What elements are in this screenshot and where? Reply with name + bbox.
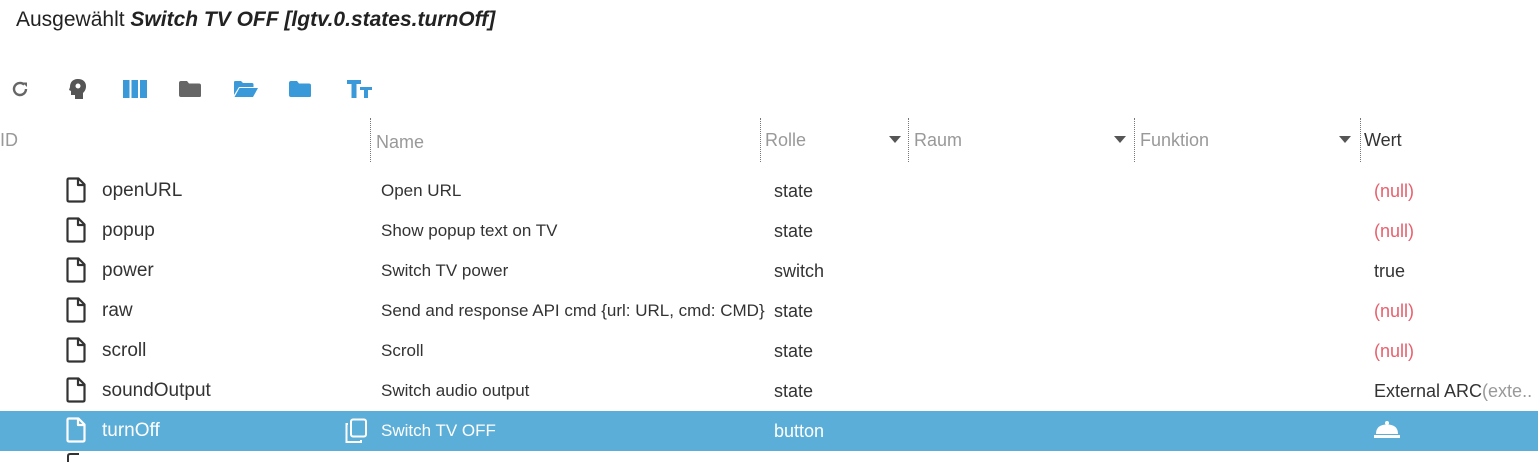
object-name: Switch audio output <box>381 381 530 400</box>
column-header-id[interactable]: ID <box>0 118 370 162</box>
object-id: scroll <box>102 340 147 361</box>
refresh-icon <box>12 81 28 97</box>
file-icon <box>66 217 88 243</box>
value-text: (null) <box>1374 301 1415 321</box>
table-row[interactable]: openURL Open URL state (null) <box>0 171 1538 211</box>
refresh-button[interactable] <box>5 74 35 104</box>
file-icon <box>66 177 88 203</box>
folder-open-icon <box>234 81 258 97</box>
text-size-icon <box>347 80 372 98</box>
expand-one-level-button[interactable] <box>285 74 315 104</box>
object-value: (null) <box>1374 331 1538 371</box>
folder-icon <box>179 81 201 97</box>
object-id: turnOff <box>102 420 160 441</box>
column-header-value[interactable]: Wert <box>1360 118 1538 162</box>
column-header-name[interactable]: Name <box>370 118 760 162</box>
table-row[interactable]: scroll Scroll state (null) <box>0 331 1538 371</box>
title-prefix: Ausgewählt <box>16 8 125 31</box>
column-label-function: Funktion <box>1140 130 1210 150</box>
page-title: Ausgewählt Switch TV OFF [lgtv.0.states.… <box>16 8 495 32</box>
object-name: Show popup text on TV <box>381 221 558 240</box>
column-header-room[interactable]: Raum <box>908 118 1134 162</box>
object-role: state <box>774 341 814 361</box>
column-header-function[interactable]: Funktion <box>1134 118 1360 162</box>
toolbar <box>0 74 420 106</box>
folder-filled-icon <box>289 81 311 97</box>
expand-all-button[interactable] <box>231 74 261 104</box>
file-icon <box>66 417 88 443</box>
value-hint: (exte.. <box>1482 381 1533 401</box>
object-role: state <box>774 301 814 321</box>
file-icon <box>66 377 88 403</box>
object-id: soundOutput <box>102 380 211 401</box>
object-role: state <box>774 221 814 241</box>
file-icon <box>67 453 79 462</box>
table-row[interactable]: raw Send and response API cmd {url: URL, … <box>0 291 1538 331</box>
object-table-body: openURL Open URL state (null) popup Show popu… <box>0 171 1538 451</box>
table-row[interactable]: popup Show popup text on TV state (null) <box>0 211 1538 251</box>
object-id: power <box>102 260 154 281</box>
columns-button[interactable] <box>120 74 150 104</box>
value-text: (null) <box>1374 341 1415 361</box>
object-id: popup <box>102 220 155 241</box>
selected-object-title: Switch TV OFF [lgtv.0.states.turnOff] <box>130 8 496 31</box>
object-value: (null) <box>1374 171 1538 211</box>
value-text: true <box>1374 261 1406 281</box>
column-label-name: Name <box>376 132 425 152</box>
role-filter-dropdown-icon[interactable] <box>889 136 901 143</box>
table-row[interactable]: soundOutput Switch audio output state Exter… <box>0 371 1538 411</box>
table-header: ID Name Rolle Raum Funktion Wert <box>0 118 1538 162</box>
text-size-button[interactable] <box>345 74 375 104</box>
value-text: (null) <box>1374 181 1415 201</box>
function-filter-dropdown-icon[interactable] <box>1339 136 1351 143</box>
object-name: Send and response API cmd {url: URL, cmd… <box>381 301 765 320</box>
object-id: raw <box>102 300 133 321</box>
file-icon <box>66 257 88 283</box>
column-header-role[interactable]: Rolle <box>760 118 908 162</box>
file-icon <box>66 297 88 323</box>
press-button[interactable] <box>1374 411 1538 451</box>
room-filter-dropdown-icon[interactable] <box>1114 136 1126 143</box>
object-value: true <box>1374 251 1538 291</box>
object-role: state <box>774 381 814 401</box>
column-label-role: Rolle <box>765 130 807 150</box>
object-role: switch <box>774 261 825 281</box>
object-value: (null) <box>1374 211 1538 251</box>
object-role: button <box>774 421 825 441</box>
collapse-all-button[interactable] <box>175 74 205 104</box>
table-row[interactable]: power Switch TV power switch true <box>0 251 1538 291</box>
object-name: Switch TV power <box>381 261 509 280</box>
object-value: External ARC(exte.. <box>1374 371 1538 411</box>
expert-mode-icon <box>69 79 86 99</box>
table-row[interactable]: turnOff Switch TV OFF button <box>0 411 1538 451</box>
object-name: Scroll <box>381 341 424 360</box>
copy-id-icon[interactable] <box>344 418 370 444</box>
columns-icon <box>123 80 147 98</box>
column-label-value: Wert <box>1364 130 1402 150</box>
file-icon <box>66 337 88 363</box>
object-name: Open URL <box>381 181 462 200</box>
column-label-room: Raum <box>914 130 963 150</box>
column-label-id: ID <box>0 130 18 150</box>
object-value: (null) <box>1374 291 1538 331</box>
object-name: Switch TV OFF <box>381 421 496 440</box>
expert-mode-button[interactable] <box>63 74 93 104</box>
value-text: (null) <box>1374 221 1415 241</box>
object-role: state <box>774 181 814 201</box>
value-text: External ARC <box>1374 381 1483 401</box>
bell-button-icon <box>1374 412 1400 451</box>
object-id: openURL <box>102 180 183 201</box>
